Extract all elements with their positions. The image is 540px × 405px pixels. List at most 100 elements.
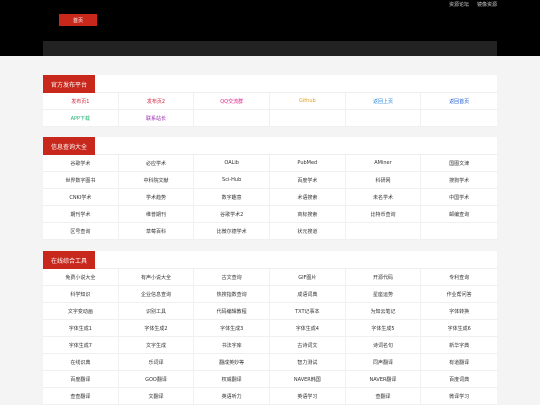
link-item[interactable]: 中国学术 xyxy=(421,189,497,206)
link-item[interactable]: 字体生成2 xyxy=(118,320,195,337)
link-item[interactable]: 古文查询 xyxy=(194,269,270,286)
empty-cell xyxy=(345,223,422,240)
link-item[interactable]: 有声小说大全 xyxy=(118,269,195,286)
link-item[interactable]: 乐词译 xyxy=(118,354,195,371)
link-item[interactable]: OALib xyxy=(194,155,270,172)
link-item[interactable]: 返回首页 xyxy=(421,93,497,110)
link-item[interactable]: NAVER翻译 xyxy=(345,371,422,388)
link-item[interactable]: 查查翻译 xyxy=(43,388,119,405)
link-item[interactable]: 文翻译 xyxy=(118,388,195,405)
link-item[interactable]: 企业信息查询 xyxy=(118,286,195,303)
link-item[interactable]: 草莓百科 xyxy=(118,223,195,240)
official-section: 官方发布平台 发布页1 发布页2 QQ交流群 Github 返回上页 返回首页 APP下载联… xyxy=(43,75,497,127)
link-item[interactable]: 比特币查询 xyxy=(345,206,422,223)
link-item[interactable]: 有道翻译 xyxy=(421,354,497,371)
link-item[interactable]: 字体转换 xyxy=(421,303,497,320)
link-item[interactable]: 微译学习 xyxy=(421,388,497,405)
link-item[interactable]: 百度翻译 xyxy=(43,371,119,388)
link-item[interactable]: 智力测试 xyxy=(269,354,346,371)
info-section: 信息查询大全 谷歌学术 必应学术 OALib PubMed AMiner 国图文津世界数字… xyxy=(43,137,497,240)
link-item[interactable]: 诗词名句 xyxy=(345,337,422,354)
link-item[interactable]: 开源代码 xyxy=(345,269,422,286)
link-item[interactable]: 数字趣意 xyxy=(194,189,270,206)
link-item[interactable]: 返回上页 xyxy=(345,93,422,110)
link-item[interactable]: 未名学术 xyxy=(345,189,422,206)
tools-link-grid: 免费小说大全 有声小说大全 古文查询 GIF图片 开源代码 专利查询科学知识 企业信息查询热… xyxy=(43,269,497,405)
link-item[interactable]: QQ交流群 xyxy=(194,93,270,110)
link-item[interactable]: 联系站长 xyxy=(118,110,195,127)
link-item[interactable]: 为知云笔记 xyxy=(345,303,422,320)
link-item[interactable]: 发布页1 xyxy=(43,93,119,110)
link-item[interactable]: 代码编辑教程 xyxy=(194,303,270,320)
link-item[interactable]: 权威翻译 xyxy=(194,371,270,388)
link-item[interactable]: 搜狗学术 xyxy=(421,172,497,189)
link-item[interactable]: 英语听力 xyxy=(194,388,270,405)
empty-cell xyxy=(345,110,422,127)
link-item[interactable]: GOO翻译 xyxy=(118,371,195,388)
link-item[interactable]: 比微尔德学术 xyxy=(194,223,270,240)
link-item[interactable]: 字体生成7 xyxy=(43,337,119,354)
link-item[interactable]: 科学知识 xyxy=(43,286,119,303)
top-link-forum[interactable]: 资源论坛 xyxy=(449,1,469,8)
link-item[interactable]: Sci-Hub xyxy=(194,172,270,189)
link-item[interactable]: 商标搜索 xyxy=(269,206,346,223)
link-item[interactable]: 谷歌学术 xyxy=(43,155,119,172)
link-item[interactable]: 国图文津 xyxy=(421,155,497,172)
link-item[interactable]: 百度学术 xyxy=(269,172,346,189)
link-item[interactable]: 热搜指数查询 xyxy=(194,286,270,303)
link-item[interactable]: 发布页2 xyxy=(118,93,195,110)
link-item[interactable]: 字体生成6 xyxy=(421,320,497,337)
link-item[interactable]: 在线识典 xyxy=(43,354,119,371)
link-item[interactable]: 免费小说大全 xyxy=(43,269,119,286)
link-item[interactable]: 字体生成1 xyxy=(43,320,119,337)
link-item[interactable]: 学术趋势 xyxy=(118,189,195,206)
link-item[interactable]: 文字变动画 xyxy=(43,303,119,320)
info-link-grid: 谷歌学术 必应学术 OALib PubMed AMiner 国图文津世界数字图书 中科院文献… xyxy=(43,155,497,240)
section-title: 在线综合工具 xyxy=(43,251,96,269)
link-item[interactable]: 世界数字图书 xyxy=(43,172,119,189)
link-item[interactable]: PubMed xyxy=(269,155,346,172)
link-item[interactable]: NAVER韩国 xyxy=(269,371,346,388)
link-item[interactable]: Github xyxy=(269,93,346,110)
link-item[interactable]: 字体生成5 xyxy=(345,320,422,337)
link-item[interactable]: AMiner xyxy=(345,155,422,172)
link-item[interactable]: 新华字典 xyxy=(421,337,497,354)
link-item[interactable]: 科研网 xyxy=(345,172,422,189)
link-item[interactable]: 翻成英妙等 xyxy=(194,354,270,371)
top-link-mirror[interactable]: 镜像资源 xyxy=(477,1,497,8)
link-item[interactable]: 必应学术 xyxy=(118,155,195,172)
link-item[interactable]: 百度词典 xyxy=(421,371,497,388)
section-title: 信息查询大全 xyxy=(43,137,96,155)
link-item[interactable]: 中科院文献 xyxy=(118,172,195,189)
link-item[interactable]: 古诗词文 xyxy=(269,337,346,354)
link-item[interactable]: APP下载 xyxy=(43,110,119,127)
top-bar: 资源论坛 镜像资源 首页 xyxy=(0,0,540,56)
link-item[interactable]: TXT记事本 xyxy=(269,303,346,320)
link-item[interactable]: GIF图片 xyxy=(269,269,346,286)
link-item[interactable]: 英语学习 xyxy=(269,388,346,405)
link-item[interactable]: 邮编查询 xyxy=(421,206,497,223)
tools-section: 在线综合工具 免费小说大全 有声小说大全 古文查询 GIF图片 开源代码 专利查询科学知识… xyxy=(43,251,497,405)
section-header: 信息查询大全 xyxy=(43,137,497,155)
link-item[interactable]: 书法字库 xyxy=(194,337,270,354)
link-item[interactable]: 字体生成3 xyxy=(194,320,270,337)
section-title: 官方发布平台 xyxy=(43,75,96,93)
link-item[interactable]: 作业帮问答 xyxy=(421,286,497,303)
link-item[interactable]: 文字生成 xyxy=(118,337,195,354)
link-item[interactable]: 字体生成4 xyxy=(269,320,346,337)
link-item[interactable]: 术语搜索 xyxy=(269,189,346,206)
link-item[interactable]: 专利查询 xyxy=(421,269,497,286)
link-item[interactable]: 查翻译 xyxy=(345,388,422,405)
section-header: 在线综合工具 xyxy=(43,251,497,269)
link-item[interactable]: 区号查询 xyxy=(43,223,119,240)
link-item[interactable]: 星座运势 xyxy=(345,286,422,303)
link-item[interactable]: 维普期刊 xyxy=(118,206,195,223)
link-item[interactable]: 状元搜道 xyxy=(269,223,346,240)
link-item[interactable]: 谷歌学术2 xyxy=(194,206,270,223)
link-item[interactable]: 成语词典 xyxy=(269,286,346,303)
home-button[interactable]: 首页 xyxy=(59,14,97,26)
link-item[interactable]: 识别工具 xyxy=(118,303,195,320)
link-item[interactable]: 期刊学术 xyxy=(43,206,119,223)
link-item[interactable]: CNKI学术 xyxy=(43,189,119,206)
link-item[interactable]: 同声翻译 xyxy=(345,354,422,371)
